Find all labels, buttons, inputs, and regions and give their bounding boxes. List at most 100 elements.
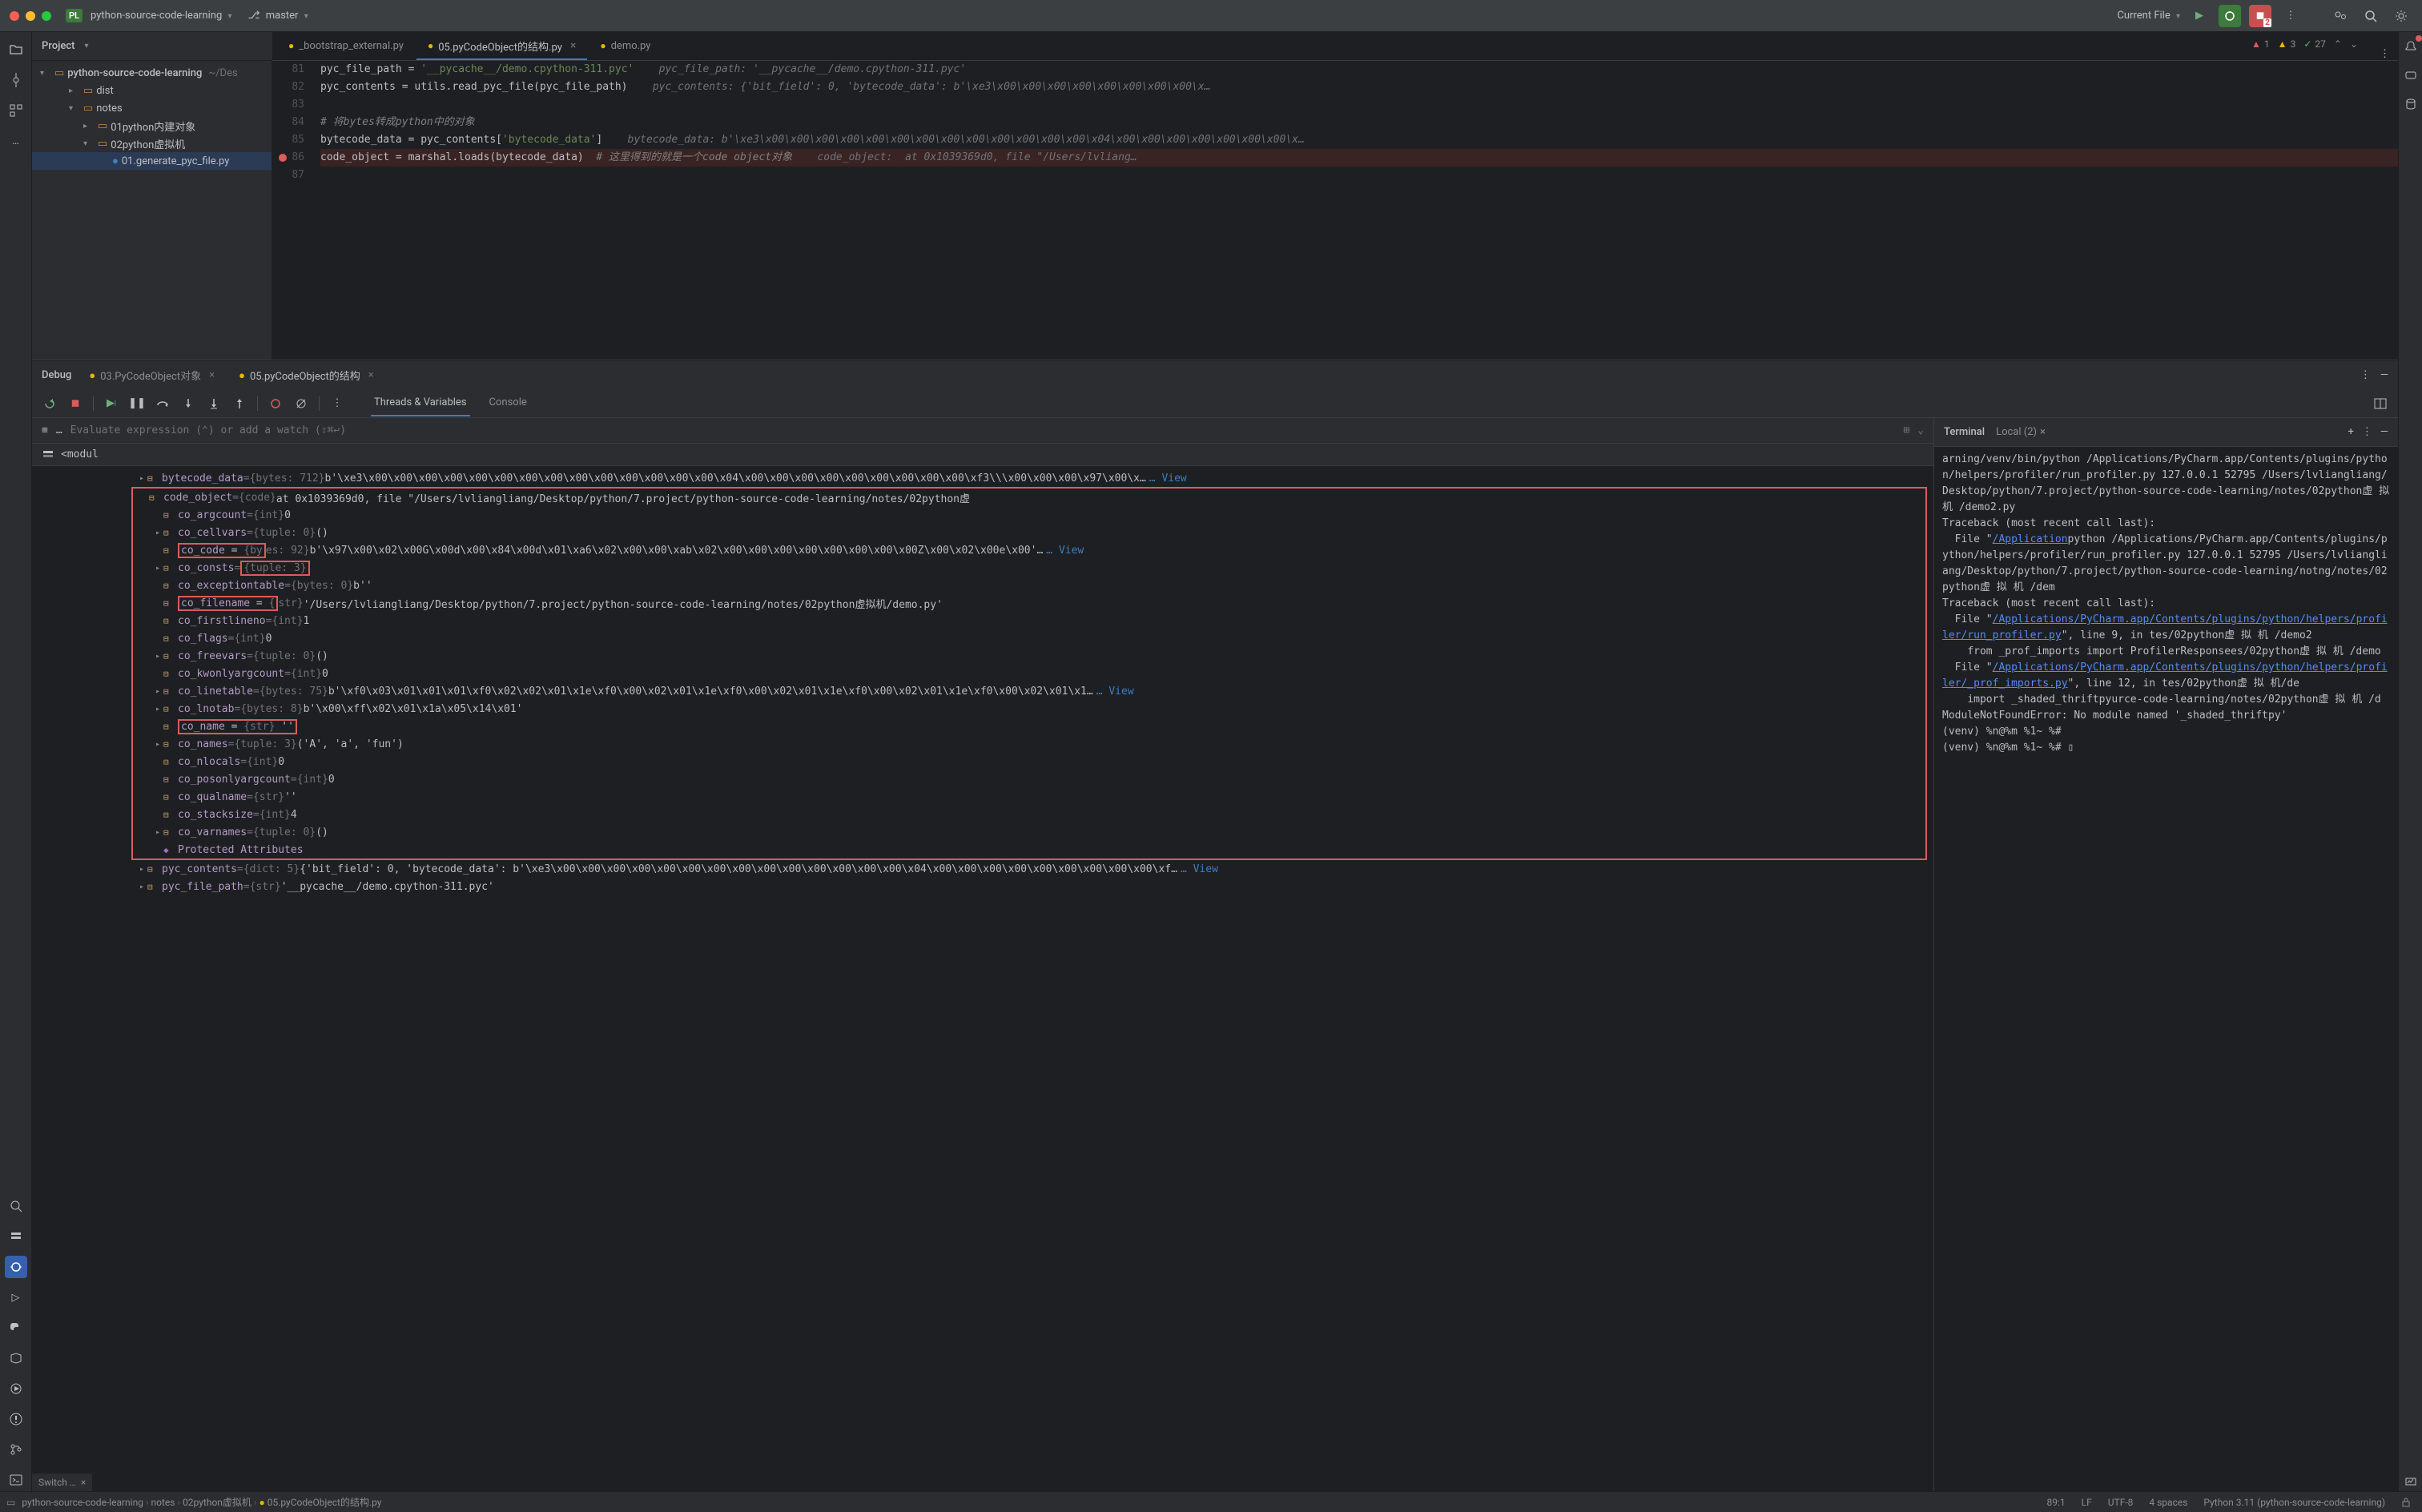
more-icon[interactable]: ⋮: [2279, 5, 2302, 27]
breadcrumb-item[interactable]: 05.pyCodeObject的结构.py: [268, 1497, 382, 1508]
inspections-widget[interactable]: ▲1 ▲3 ✓27 ⌃ ⌄: [2251, 38, 2358, 50]
tree-root[interactable]: ▾ ▭ python-source-code-learning ~/Des: [32, 64, 272, 82]
minimize-window-icon[interactable]: [26, 11, 35, 21]
more-icon[interactable]: ⋮: [329, 396, 345, 412]
variable-row[interactable]: ▸⊟ co_cellvars = {tuple: 0} (): [133, 524, 1925, 541]
more-icon[interactable]: ⋮: [2360, 369, 2371, 381]
variable-row[interactable]: ⊟ co_flags = {int} 0: [133, 629, 1925, 647]
layout-icon[interactable]: [2372, 396, 2388, 412]
tabs-more-icon[interactable]: ⋮: [2372, 48, 2398, 60]
run-button[interactable]: ▶: [2188, 5, 2211, 27]
variable-row[interactable]: ⊟ co_firstlineno = {int} 1: [133, 612, 1925, 629]
code-line[interactable]: code_object = marshal.loads(bytecode_dat…: [320, 149, 2398, 167]
rerun-icon[interactable]: [42, 396, 58, 412]
git-branch-selector[interactable]: ⎇ master ▾: [248, 10, 308, 22]
debug-button[interactable]: [2219, 5, 2241, 27]
close-icon[interactable]: ×: [209, 369, 215, 381]
step-into-icon[interactable]: [180, 396, 196, 412]
notifications-icon[interactable]: [2401, 37, 2420, 56]
ai-assistant-icon[interactable]: [2401, 66, 2420, 85]
sci-view-icon[interactable]: [2401, 1472, 2420, 1491]
variable-row[interactable]: ⊟ co_name = {str} '': [133, 718, 1925, 735]
variable-row[interactable]: ▸⊟ co_varnames = {tuple: 0} (): [133, 823, 1925, 841]
settings-gear-icon[interactable]: [2390, 5, 2412, 27]
tree-item[interactable]: ●01.generate_pyc_file.py: [32, 152, 272, 170]
editor-tab[interactable]: ●demo.py: [589, 33, 662, 60]
caret-position[interactable]: 89:1: [2042, 1497, 2070, 1508]
variables-tree[interactable]: ▸⊟ bytecode_data = {bytes: 712} b'\xe3\x…: [32, 466, 1933, 1491]
vcs-icon[interactable]: [5, 1438, 27, 1461]
packages-icon[interactable]: [5, 1347, 27, 1369]
variable-row[interactable]: ⊟ co_code = {byes: 92} b'\x97\x00\x02\x0…: [133, 541, 1925, 559]
file-link[interactable]: /Application: [1993, 533, 2068, 545]
code-line[interactable]: # 将bytes转成python中的对象: [320, 114, 2398, 131]
breadcrumb-item[interactable]: notes: [151, 1497, 175, 1508]
breakpoint-icon[interactable]: [279, 154, 287, 162]
code-line[interactable]: [320, 96, 2398, 114]
problems-icon[interactable]: [5, 1408, 27, 1430]
view-link[interactable]: … View: [1096, 686, 1134, 698]
collapse-up-icon[interactable]: ⌃: [2334, 38, 2342, 50]
breadcrumb-item[interactable]: 02python虚拟机: [183, 1497, 251, 1508]
variable-row[interactable]: ▸⊟ pyc_contents = {dict: 5} {'bit_field'…: [32, 860, 1933, 878]
tree-item[interactable]: ▾▭02python虚拟机: [32, 135, 272, 152]
database-icon[interactable]: [2401, 94, 2420, 114]
close-icon[interactable]: ×: [81, 1477, 86, 1488]
code-line[interactable]: [320, 167, 2398, 184]
add-terminal-icon[interactable]: +: [2348, 426, 2353, 438]
minimize-icon[interactable]: —: [2380, 369, 2388, 381]
services-icon[interactable]: [5, 1377, 27, 1400]
lock-icon[interactable]: [2396, 1498, 2416, 1507]
variable-row[interactable]: ▸⊟ co_linetable = {bytes: 75} b'\xf0\x03…: [133, 682, 1925, 700]
add-watch-icon[interactable]: ⊞: [1903, 424, 1909, 436]
editor-tab[interactable]: ●_bootstrap_external.py: [277, 33, 415, 60]
stack-frame-selector[interactable]: <modul: [32, 444, 1933, 466]
code-line[interactable]: bytecode_data = pyc_contents['bytecode_d…: [320, 131, 2398, 149]
debug-run-tab[interactable]: ●03.PyCodeObject对象×: [82, 364, 221, 386]
view-breakpoints-icon[interactable]: [268, 396, 284, 412]
variable-row[interactable]: ▸⊟ pyc_file_path = {str} '__pycache__/de…: [32, 878, 1933, 895]
structure-tool-icon[interactable]: [5, 99, 27, 122]
code-with-me-icon[interactable]: [2329, 5, 2352, 27]
code-line[interactable]: pyc_contents = utils.read_pyc_file(pyc_f…: [320, 78, 2398, 96]
variable-row[interactable]: ⊟ code_object = {code} at 0x1039369d0, f…: [133, 489, 1925, 506]
tree-item[interactable]: ▾▭notes: [32, 99, 272, 117]
project-tree[interactable]: ▾ ▭ python-source-code-learning ~/Des ▸▭…: [32, 61, 272, 360]
step-out-icon[interactable]: [231, 396, 247, 412]
run-config-selector[interactable]: Current File ▾: [2117, 10, 2180, 22]
terminal-tab[interactable]: Local (2) ×: [1996, 426, 2046, 438]
tool-windows-icon[interactable]: ▭: [6, 1497, 15, 1508]
variable-row[interactable]: ⊟ co_nlocals = {int} 0: [133, 753, 1925, 770]
variable-row[interactable]: ▸⊟ co_names = {tuple: 3} ('A', 'a', 'fun…: [133, 735, 1925, 753]
view-link[interactable]: … View: [1149, 472, 1187, 485]
variable-row[interactable]: ⊟ co_qualname = {str} '': [133, 788, 1925, 806]
debug-run-tab[interactable]: ●05.pyCodeObject的结构×: [232, 364, 380, 386]
resume-icon[interactable]: ▶|: [103, 396, 119, 412]
chevron-down-icon[interactable]: ⌄: [1917, 424, 1924, 436]
variable-row[interactable]: ◆ Protected Attributes: [133, 841, 1925, 859]
debug-tool-icon[interactable]: [5, 1256, 27, 1278]
bookmarks-icon[interactable]: [5, 1225, 27, 1248]
python-console-icon[interactable]: [5, 1317, 27, 1339]
project-tool-icon[interactable]: [5, 38, 27, 61]
breadcrumb-item[interactable]: python-source-code-learning: [22, 1497, 143, 1508]
chevron-down-icon[interactable]: ▾: [84, 42, 88, 50]
interpreter-selector[interactable]: Python 3.11 (python-source-code-learning…: [2199, 1497, 2390, 1508]
run-tool-icon[interactable]: ▷: [5, 1286, 27, 1309]
close-icon[interactable]: ×: [368, 369, 374, 381]
view-link[interactable]: … View: [1046, 545, 1084, 557]
mute-breakpoints-icon[interactable]: [293, 396, 309, 412]
terminal-icon[interactable]: [5, 1469, 27, 1491]
commit-tool-icon[interactable]: [5, 69, 27, 91]
console-tab[interactable]: Console: [486, 390, 530, 416]
terminal-output[interactable]: arning/venv/bin/python /Applications/PyC…: [1934, 447, 2398, 1491]
collapse-down-icon[interactable]: ⌄: [2350, 38, 2358, 50]
tree-item[interactable]: ▸▭dist: [32, 82, 272, 99]
editor-tab[interactable]: ●05.pyCodeObject的结构.py×: [416, 33, 587, 60]
variable-row[interactable]: ▸⊟ bytecode_data = {bytes: 712} b'\xe3\x…: [32, 469, 1933, 487]
more-icon[interactable]: ⋮: [2362, 426, 2372, 438]
close-window-icon[interactable]: [10, 11, 19, 21]
search-icon[interactable]: [5, 1195, 27, 1217]
variable-row[interactable]: ▸⊟ co_consts = {tuple: 3}: [133, 559, 1925, 577]
filter-icon[interactable]: ≡: [42, 424, 48, 436]
